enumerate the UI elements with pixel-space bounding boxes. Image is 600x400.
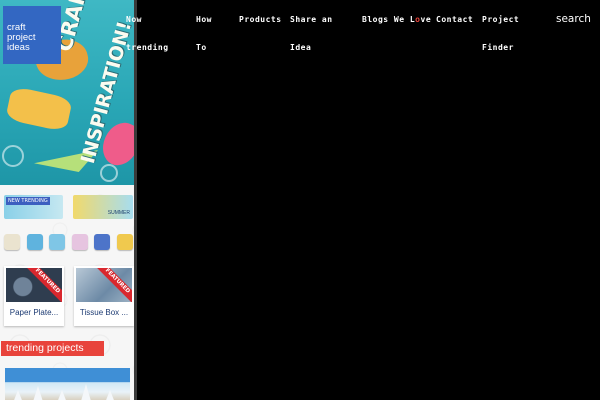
nav-label: How — [196, 15, 212, 24]
logo-line: ideas — [7, 42, 30, 53]
nav-label: Contact — [436, 15, 474, 24]
site-logo[interactable]: craft project ideas — [3, 6, 61, 64]
peak-decoration — [79, 384, 93, 400]
trending-projects-heading[interactable]: trending projects — [1, 341, 104, 356]
swirl-decoration — [2, 145, 24, 167]
swirl-decoration — [100, 164, 118, 182]
sun-icon[interactable] — [117, 234, 133, 250]
card-caption[interactable]: Paper Plate... — [4, 308, 64, 317]
snowflake-icon[interactable] — [49, 234, 65, 250]
peak-decoration — [55, 390, 69, 400]
star-icon[interactable] — [94, 234, 110, 250]
nav-label: Now — [126, 15, 142, 24]
category-icon-row — [4, 234, 134, 254]
nav-label: Idea — [290, 43, 312, 52]
nav-label: To — [196, 43, 207, 52]
promo-banner-trending[interactable]: NEW TRENDING — [4, 195, 63, 219]
card-caption[interactable]: Tissue Box ... — [74, 308, 134, 317]
hero-decoration — [5, 85, 73, 133]
promo-banners: NEW TRENDING SUMMER — [0, 195, 134, 221]
flower-icon[interactable] — [72, 234, 88, 250]
globe-icon[interactable] — [27, 234, 43, 250]
card-thumbnail: FEATURED — [76, 268, 132, 302]
nav-label: Products — [239, 15, 282, 24]
sidebar: CRAFTY INSPIRATION! craft project ideas … — [0, 0, 137, 400]
trending-project-thumbnail[interactable] — [5, 368, 130, 400]
promo-tag: NEW TRENDING — [6, 197, 50, 205]
featured-card[interactable]: FEATURED Tissue Box ... — [74, 266, 134, 326]
scissors-icon[interactable] — [4, 234, 20, 250]
nav-label: Share an — [290, 15, 333, 24]
featured-ribbon: FEATURED — [96, 268, 132, 302]
nav-label: Blogs We Love — [362, 15, 431, 25]
promo-caption: SUMMER — [107, 210, 130, 216]
featured-card[interactable]: FEATURED Paper Plate... — [4, 266, 64, 326]
card-thumbnail: FEATURED — [6, 268, 62, 302]
featured-ribbon: FEATURED — [26, 268, 62, 302]
promo-banner-summer[interactable]: SUMMER — [73, 195, 133, 219]
peak-decoration — [31, 386, 45, 400]
nav-label: trending — [126, 43, 169, 52]
nav-label-part: Blogs We L — [362, 15, 416, 24]
nav-label-part: ve — [420, 15, 432, 24]
peak-decoration — [11, 390, 25, 400]
search-link[interactable]: search — [556, 13, 591, 25]
nav-label: Project — [482, 15, 520, 24]
nav-label: Finder — [482, 43, 514, 52]
peak-decoration — [103, 390, 117, 400]
